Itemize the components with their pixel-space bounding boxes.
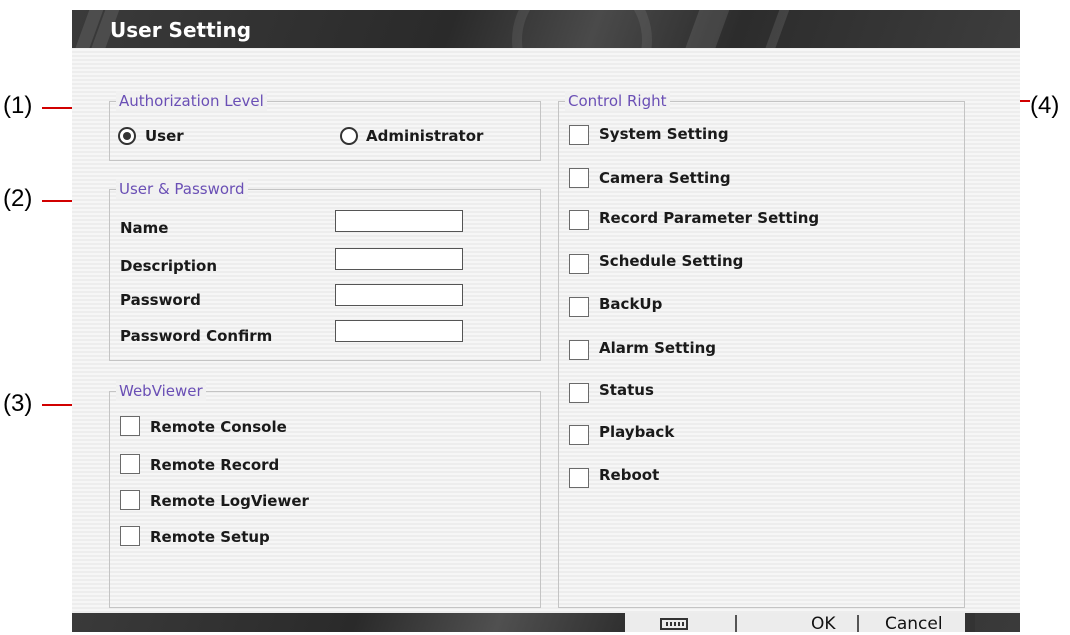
backup-checkbox[interactable] (569, 297, 589, 317)
remote-record-checkbox[interactable] (120, 454, 140, 474)
control-right-group: Control Right System Setting Camera Sett… (558, 91, 965, 608)
remote-logviewer-label[interactable]: Remote LogViewer (150, 491, 309, 511)
administrator-radio[interactable] (340, 127, 358, 145)
title-bar: User Setting (72, 10, 1020, 48)
password-label: Password (120, 291, 201, 309)
control-right-legend: Control Right (565, 91, 670, 111)
authorization-level-group: Authorization Level User Administrator (109, 91, 541, 161)
settings-panel: Authorization Level User Administrator U… (72, 48, 1020, 613)
separator (857, 615, 859, 632)
cancel-button[interactable]: Cancel (885, 613, 943, 634)
annotation-3: (3) (3, 390, 33, 417)
schedule-setting-checkbox[interactable] (569, 254, 589, 274)
status-label[interactable]: Status (599, 380, 654, 400)
record-parameter-setting-checkbox[interactable] (569, 210, 589, 230)
annotation-4: (4) (1030, 92, 1060, 119)
remote-setup-label[interactable]: Remote Setup (150, 527, 270, 547)
user-radio[interactable] (118, 127, 136, 145)
annotation-1: (1) (3, 92, 33, 119)
user-password-group: User & Password Name Description Passwor… (109, 179, 541, 361)
alarm-setting-checkbox[interactable] (569, 340, 589, 360)
keyboard-icon[interactable] (660, 618, 688, 630)
schedule-setting-label[interactable]: Schedule Setting (599, 251, 743, 271)
bar-end (965, 613, 975, 632)
reboot-label[interactable]: Reboot (599, 465, 659, 485)
remote-record-label[interactable]: Remote Record (150, 455, 279, 475)
remote-setup-checkbox[interactable] (120, 526, 140, 546)
reboot-checkbox[interactable] (569, 468, 589, 488)
playback-checkbox[interactable] (569, 425, 589, 445)
system-setting-checkbox[interactable] (569, 125, 589, 145)
backup-label[interactable]: BackUp (599, 294, 662, 314)
description-label: Description (120, 257, 218, 275)
alarm-setting-label[interactable]: Alarm Setting (599, 338, 716, 358)
name-label: Name (120, 219, 169, 237)
webviewer-legend: WebViewer (116, 381, 206, 401)
status-checkbox[interactable] (569, 383, 589, 403)
button-area: OK Cancel (625, 613, 975, 634)
description-field[interactable] (335, 248, 463, 270)
remote-logviewer-checkbox[interactable] (120, 490, 140, 510)
password-confirm-field[interactable] (335, 320, 463, 342)
system-setting-label[interactable]: System Setting (599, 124, 729, 144)
authorization-level-legend: Authorization Level (116, 91, 267, 111)
user-password-legend: User & Password (116, 179, 248, 199)
window-title: User Setting (110, 18, 252, 42)
playback-label[interactable]: Playback (599, 422, 674, 442)
name-field[interactable] (335, 210, 463, 232)
camera-setting-label[interactable]: Camera Setting (599, 168, 731, 188)
user-radio-label[interactable]: User (145, 126, 184, 146)
remote-console-checkbox[interactable] (120, 416, 140, 436)
remote-console-label[interactable]: Remote Console (150, 417, 287, 437)
webviewer-group: WebViewer Remote Console Remote Record R… (109, 381, 541, 608)
camera-setting-checkbox[interactable] (569, 168, 589, 188)
administrator-radio-label[interactable]: Administrator (366, 126, 483, 146)
password-confirm-label: Password Confirm (120, 327, 273, 345)
annotation-2: (2) (3, 185, 33, 212)
ok-button[interactable]: OK (811, 613, 836, 634)
record-parameter-setting-label[interactable]: Record Parameter Setting (599, 208, 819, 228)
separator (735, 615, 737, 632)
password-field[interactable] (335, 284, 463, 306)
